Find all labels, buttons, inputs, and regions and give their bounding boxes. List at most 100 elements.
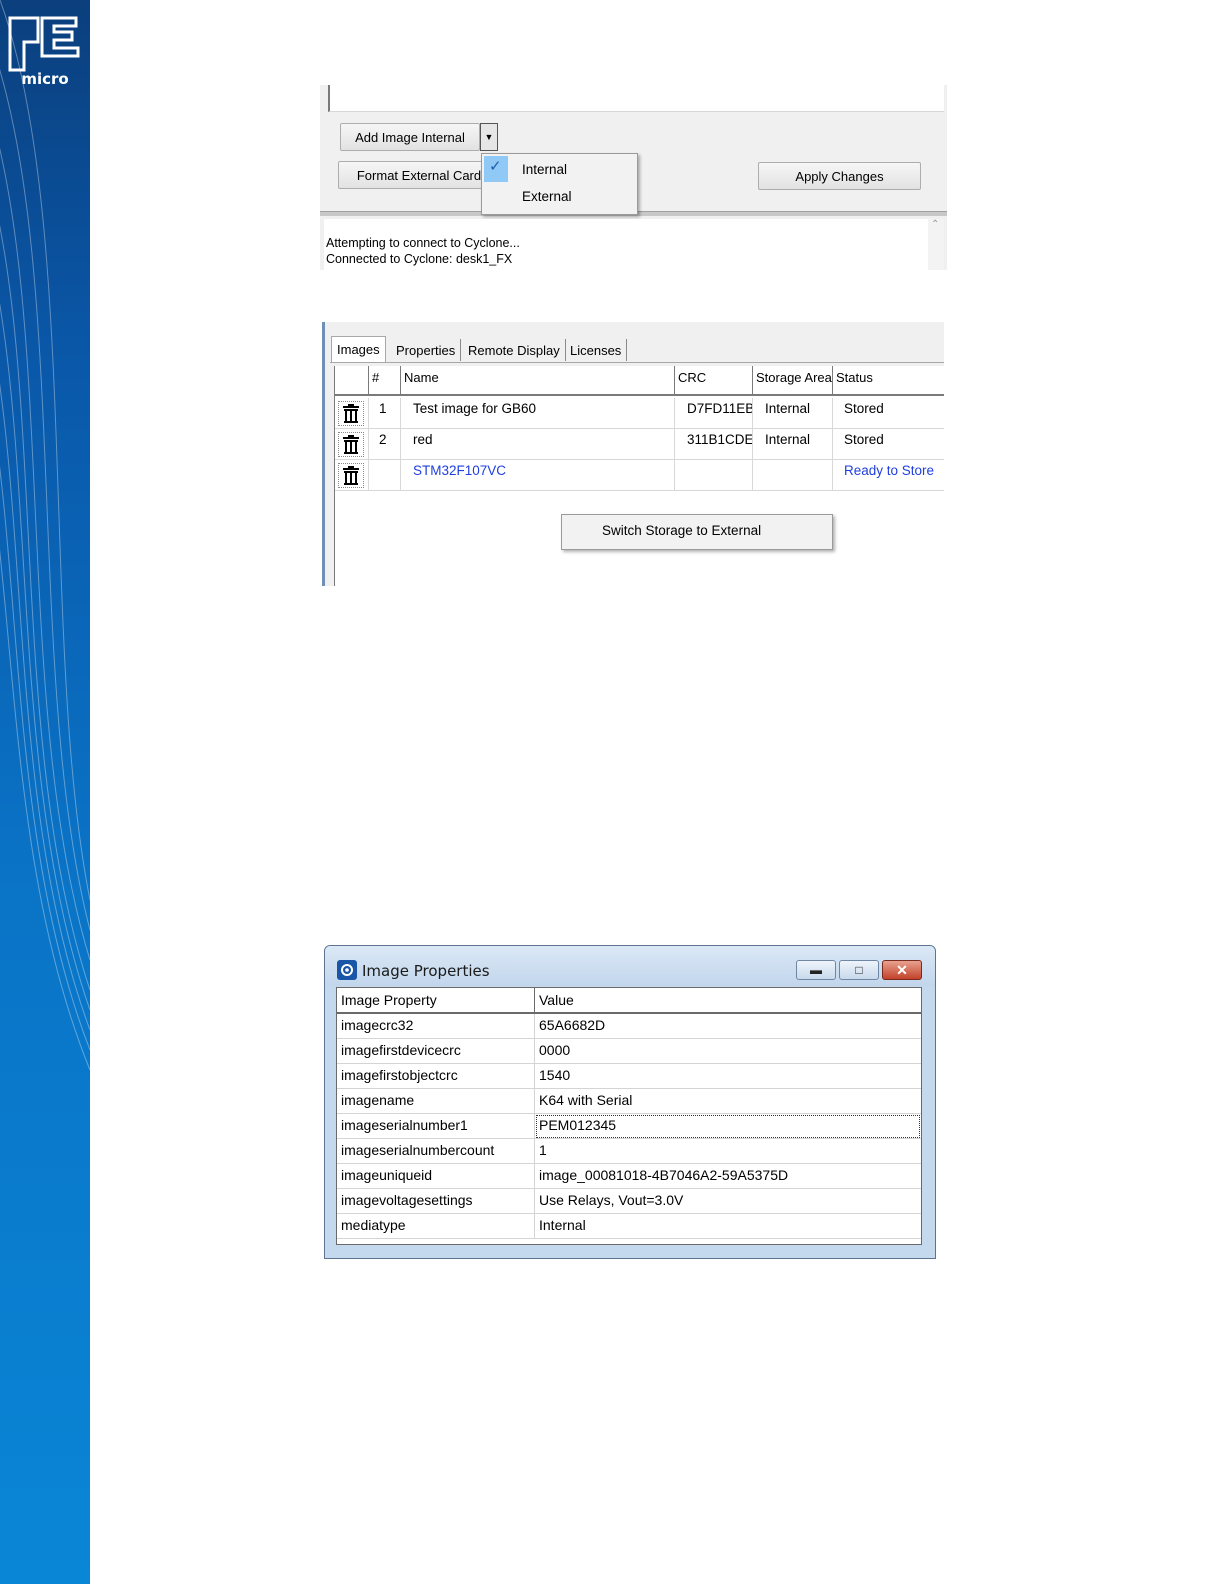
table-row[interactable]: mediatype Internal <box>337 1214 921 1239</box>
format-external-card-button[interactable]: Format External Card <box>338 161 500 189</box>
brand-wave-decoration <box>0 0 90 1071</box>
tab-licenses[interactable]: Licenses <box>565 339 628 361</box>
table-row[interactable]: imagefirstdevicecrc 0000 <box>337 1039 921 1064</box>
property-value: 1 <box>535 1139 921 1164</box>
cell-crc: 311B1CDE <box>675 429 753 460</box>
delete-cell <box>335 460 369 491</box>
property-name: imagevoltagesettings <box>337 1189 535 1214</box>
column-header-crc[interactable]: CRC <box>675 366 753 396</box>
property-name: imagecrc32 <box>337 1014 535 1039</box>
cell-status: Ready to Store <box>833 460 944 491</box>
minimize-button[interactable]: ▬ <box>796 960 836 980</box>
trash-icon[interactable] <box>338 401 364 426</box>
property-value: 65A6682D <box>535 1014 921 1039</box>
cell-status: Stored <box>833 429 944 460</box>
table-row[interactable]: 1 Test image for GB60 D7FD11EB Internal … <box>335 398 944 429</box>
table-row[interactable]: imagefirstobjectcrc 1540 <box>337 1064 921 1089</box>
checkmark-icon: ✓ <box>489 158 502 175</box>
maximize-icon: □ <box>855 963 863 977</box>
property-name: mediatype <box>337 1214 535 1239</box>
property-name: imageuniqueid <box>337 1164 535 1189</box>
row-context-menu: Switch Storage to External <box>561 514 833 550</box>
image-properties-dialog: Image Properties ▬ □ ✕ Image Property Va… <box>324 945 936 1259</box>
brand-strip: micro <box>0 0 90 1584</box>
table-row[interactable]: STM32F107VC Ready to Store <box>335 460 944 491</box>
delete-cell <box>335 398 369 429</box>
log-line: Attempting to connect to Cyclone... <box>326 236 520 250</box>
log-line: Connected to Cyclone: desk1_FX <box>326 252 513 266</box>
cell-name: Test image for GB60 <box>401 398 675 429</box>
svg-text:micro: micro <box>21 70 68 88</box>
property-name: imagename <box>337 1089 535 1114</box>
app-icon <box>337 960 357 980</box>
cell-name: red <box>401 429 675 460</box>
delete-cell <box>335 429 369 460</box>
cell-name: STM32F107VC <box>401 460 675 491</box>
cell-number: 2 <box>369 429 401 460</box>
property-value: Internal <box>535 1214 921 1239</box>
table-row[interactable]: imageuniqueid image_00081018-4B7046A2-59… <box>337 1164 921 1189</box>
column-header-storage-area[interactable]: Storage Area <box>753 366 833 396</box>
log-scrollbar[interactable]: ⌃ <box>928 219 944 270</box>
cell-storage-area <box>753 460 833 491</box>
window-edge <box>322 322 325 586</box>
image-list-panel <box>328 85 944 112</box>
menu-item-switch-storage[interactable]: Switch Storage to External <box>602 523 761 538</box>
tab-images[interactable]: Images <box>331 336 386 362</box>
cell-number: 1 <box>369 398 401 429</box>
dialog-titlebar[interactable]: Image Properties ▬ □ ✕ <box>325 946 935 986</box>
cell-status: Stored <box>833 398 944 429</box>
property-value: 1540 <box>535 1064 921 1089</box>
table-row[interactable]: imageserialnumber1 PEM012345 <box>337 1114 921 1139</box>
cell-crc: D7FD11EB <box>675 398 753 429</box>
menu-item-internal[interactable]: Internal <box>522 162 567 177</box>
property-name: imageserialnumbercount <box>337 1139 535 1164</box>
cell-number <box>369 460 401 491</box>
property-value: 0000 <box>535 1039 921 1064</box>
tab-properties[interactable]: Properties <box>391 339 462 361</box>
table-row[interactable]: imagevoltagesettings Use Relays, Vout=3.… <box>337 1189 921 1214</box>
images-grid: # Name CRC Storage Area Status 1 Test im… <box>334 366 944 586</box>
maximize-button[interactable]: □ <box>839 960 879 980</box>
property-name: imageserialnumber1 <box>337 1114 535 1139</box>
table-row[interactable]: imagename K64 with Serial <box>337 1089 921 1114</box>
property-value: K64 with Serial <box>535 1089 921 1114</box>
chevron-down-icon: ▼ <box>484 132 494 142</box>
scroll-up-icon[interactable]: ⌃ <box>931 219 939 230</box>
property-value-selected[interactable]: PEM012345 <box>535 1114 921 1139</box>
dialog-title: Image Properties <box>362 962 490 980</box>
minimize-icon: ▬ <box>810 963 822 977</box>
storage-dropdown-menu: ✓ Internal External <box>481 153 638 215</box>
properties-table: Image Property Value imagecrc32 65A6682D… <box>336 987 922 1245</box>
column-header-image-property[interactable]: Image Property <box>337 988 535 1014</box>
column-header-status[interactable]: Status <box>833 366 944 396</box>
column-header-number[interactable]: # <box>369 366 401 396</box>
cell-storage-area: Internal <box>753 429 833 460</box>
table-row[interactable]: imagecrc32 65A6682D <box>337 1014 921 1039</box>
close-button[interactable]: ✕ <box>882 960 922 980</box>
status-log: Attempting to connect to Cyclone... Conn… <box>324 219 944 270</box>
table-row[interactable]: 2 red 311B1CDE Internal Stored <box>335 429 944 460</box>
add-image-internal-button[interactable]: Add Image Internal <box>340 123 480 151</box>
menu-item-external[interactable]: External <box>522 189 572 204</box>
table-row[interactable]: imageserialnumbercount 1 <box>337 1139 921 1164</box>
apply-changes-button[interactable]: Apply Changes <box>758 162 921 190</box>
property-name: imagefirstobjectcrc <box>337 1064 535 1089</box>
tab-remote-display[interactable]: Remote Display <box>463 339 566 361</box>
cell-crc <box>675 460 753 491</box>
trash-icon[interactable] <box>338 463 364 488</box>
cyclone-control-screenshot: Add Image Internal ▼ Format External Car… <box>320 85 947 270</box>
trash-icon[interactable] <box>338 432 364 457</box>
column-header-delete <box>335 366 369 396</box>
pemicro-logo: micro <box>6 14 84 88</box>
property-name: imagefirstdevicecrc <box>337 1039 535 1064</box>
property-value: Use Relays, Vout=3.0V <box>535 1189 921 1214</box>
tab-strip: Images Properties Remote Display License… <box>330 336 944 363</box>
column-header-value[interactable]: Value <box>535 988 921 1014</box>
column-header-name[interactable]: Name <box>401 366 675 396</box>
storage-dropdown-button[interactable]: ▼ <box>480 123 498 151</box>
close-icon: ✕ <box>896 961 908 978</box>
cell-storage-area: Internal <box>753 398 833 429</box>
images-tab-screenshot: Images Properties Remote Display License… <box>322 322 944 586</box>
property-value: image_00081018-4B7046A2-59A5375D <box>535 1164 921 1189</box>
